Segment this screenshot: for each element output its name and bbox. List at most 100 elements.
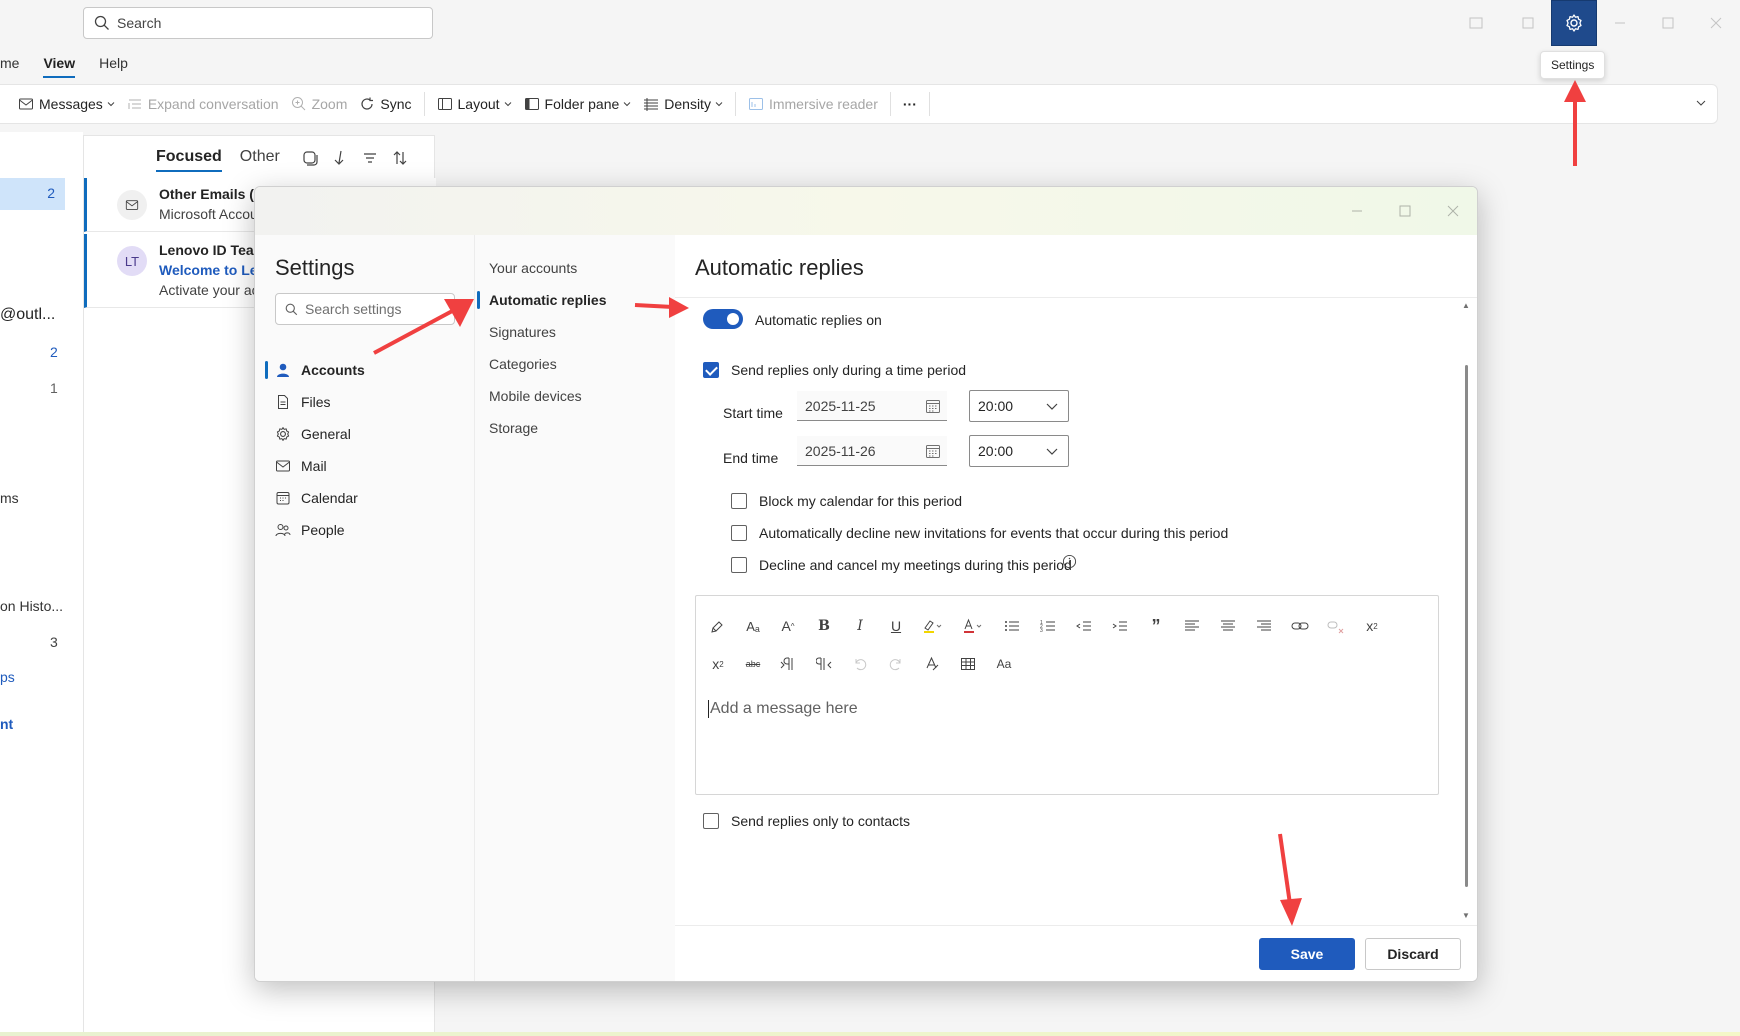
rtl-icon[interactable] bbox=[810, 650, 838, 678]
nav-people[interactable]: People bbox=[275, 516, 345, 544]
end-time-value: 20:00 bbox=[978, 443, 1014, 459]
tab-home[interactable]: me bbox=[0, 48, 31, 78]
font-size-icon[interactable]: A ^ bbox=[774, 612, 802, 640]
folder-pane-button[interactable]: Folder pane bbox=[518, 89, 638, 119]
end-time-select[interactable]: 20:00 bbox=[969, 435, 1069, 467]
info-icon[interactable] bbox=[1062, 554, 1077, 569]
save-button[interactable]: Save bbox=[1259, 938, 1355, 970]
nav-accounts[interactable]: Accounts bbox=[275, 356, 365, 384]
align-right-icon[interactable] bbox=[1250, 612, 1278, 640]
immersive-reader-button[interactable]: Immersive reader bbox=[742, 89, 884, 119]
account-name[interactable]: @outl... bbox=[0, 306, 68, 324]
density-button[interactable]: Density bbox=[637, 89, 729, 119]
undo-icon[interactable] bbox=[846, 650, 874, 678]
clear-formatting-icon[interactable] bbox=[918, 650, 946, 678]
folder-item[interactable]: ms bbox=[0, 490, 68, 506]
time-period-checkbox[interactable] bbox=[703, 362, 719, 378]
layout-button[interactable]: Layout bbox=[431, 89, 518, 119]
subnav-categories[interactable]: Categories bbox=[489, 356, 557, 372]
decline-cancel-checkbox[interactable] bbox=[731, 557, 747, 573]
message-editor: Aₐ A ^ B I U 123 ” x2 x2 abc Aa Add a me… bbox=[695, 595, 1439, 795]
unlink-icon[interactable] bbox=[1322, 612, 1350, 640]
scroll-up-icon[interactable]: ▲ bbox=[1462, 301, 1470, 310]
subnav-storage[interactable]: Storage bbox=[489, 420, 538, 436]
bullets-icon[interactable] bbox=[998, 612, 1026, 640]
select-icon[interactable] bbox=[302, 150, 318, 166]
superscript-icon[interactable]: x2 bbox=[1358, 612, 1386, 640]
subnav-your-accounts[interactable]: Your accounts bbox=[489, 260, 577, 276]
search-box[interactable]: Search bbox=[83, 7, 433, 39]
numbering-icon[interactable]: 123 bbox=[1034, 612, 1062, 640]
quote-icon[interactable]: ” bbox=[1142, 612, 1170, 640]
window-icon[interactable] bbox=[1520, 15, 1536, 31]
format-painter-icon[interactable] bbox=[704, 612, 732, 640]
start-time-select[interactable]: 20:00 bbox=[969, 390, 1069, 422]
tab-focused[interactable]: Focused bbox=[156, 148, 222, 172]
end-date-picker[interactable]: 2025-11-26 bbox=[797, 436, 947, 466]
tab-help[interactable]: Help bbox=[87, 48, 140, 78]
increase-indent-icon[interactable] bbox=[1106, 612, 1134, 640]
maximize-icon[interactable] bbox=[1397, 203, 1413, 219]
underline-icon[interactable]: U bbox=[882, 612, 910, 640]
auto-decline-checkbox[interactable] bbox=[731, 525, 747, 541]
nav-calendar[interactable]: Calendar bbox=[275, 484, 358, 512]
align-center-icon[interactable] bbox=[1214, 612, 1242, 640]
table-icon[interactable] bbox=[954, 650, 982, 678]
nav-mail[interactable]: Mail bbox=[275, 452, 327, 480]
discard-button[interactable]: Discard bbox=[1365, 938, 1461, 970]
more-options-button[interactable]: ··· bbox=[897, 89, 923, 119]
jump-icon[interactable] bbox=[332, 150, 348, 166]
subnav-mobile-devices[interactable]: Mobile devices bbox=[489, 388, 582, 404]
decrease-indent-icon[interactable] bbox=[1070, 612, 1098, 640]
block-calendar-checkbox[interactable] bbox=[731, 493, 747, 509]
sync-button[interactable]: Sync bbox=[353, 89, 417, 119]
scrollbar-thumb[interactable] bbox=[1465, 365, 1468, 887]
subnav-signatures[interactable]: Signatures bbox=[489, 324, 556, 340]
font-icon[interactable]: Aₐ bbox=[739, 612, 767, 640]
minimize-icon[interactable] bbox=[1612, 15, 1628, 31]
window-icon[interactable] bbox=[1468, 15, 1484, 31]
nav-general[interactable]: General bbox=[275, 420, 351, 448]
messages-button[interactable]: Messages bbox=[12, 89, 121, 119]
italic-icon[interactable]: I bbox=[846, 612, 874, 640]
align-left-icon[interactable] bbox=[1178, 612, 1206, 640]
link-icon[interactable] bbox=[1286, 612, 1314, 640]
redo-icon[interactable] bbox=[882, 650, 910, 678]
folder-link[interactable]: ps bbox=[0, 669, 68, 685]
calendar-icon[interactable] bbox=[925, 398, 941, 414]
subnav-automatic-replies[interactable]: Automatic replies bbox=[489, 292, 606, 308]
filter-icon[interactable] bbox=[362, 150, 378, 166]
folder-link[interactable]: nt bbox=[0, 716, 68, 732]
styles-icon[interactable]: Aa bbox=[990, 650, 1018, 678]
tab-other[interactable]: Other bbox=[240, 148, 280, 172]
subscript-icon[interactable]: x2 bbox=[704, 650, 732, 678]
folder-item-selected[interactable]: 2 bbox=[0, 178, 65, 210]
chevron-down-icon bbox=[1046, 403, 1058, 410]
ltr-icon[interactable] bbox=[774, 650, 802, 678]
zoom-button[interactable]: Zoom bbox=[285, 89, 354, 119]
start-date-picker[interactable]: 2025-11-25 bbox=[797, 391, 947, 421]
settings-dialog: Settings Search settings Accounts Files … bbox=[254, 186, 1478, 982]
expand-conversation-button[interactable]: Expand conversation bbox=[121, 89, 285, 119]
strikethrough-icon[interactable]: abc bbox=[739, 650, 767, 678]
close-icon[interactable] bbox=[1445, 203, 1461, 219]
close-icon[interactable] bbox=[1708, 15, 1724, 31]
editor-placeholder[interactable]: Add a message here bbox=[708, 700, 858, 718]
chevron-down-icon[interactable] bbox=[1695, 97, 1707, 109]
sort-icon[interactable] bbox=[392, 150, 408, 166]
automatic-replies-toggle[interactable] bbox=[703, 309, 743, 329]
font-color-icon[interactable] bbox=[958, 612, 986, 640]
highlight-icon[interactable] bbox=[918, 612, 946, 640]
minimize-icon[interactable] bbox=[1349, 203, 1365, 219]
settings-button[interactable] bbox=[1551, 0, 1597, 46]
settings-search-input[interactable]: Search settings bbox=[275, 293, 455, 325]
maximize-icon[interactable] bbox=[1660, 15, 1676, 31]
tab-view[interactable]: View bbox=[31, 48, 87, 78]
nav-files[interactable]: Files bbox=[275, 388, 331, 416]
calendar-icon[interactable] bbox=[925, 443, 941, 459]
scroll-down-icon[interactable]: ▼ bbox=[1462, 911, 1470, 920]
bold-icon[interactable]: B bbox=[810, 612, 838, 640]
contacts-only-checkbox[interactable] bbox=[703, 813, 719, 829]
auto-decline-label: Automatically decline new invitations fo… bbox=[759, 525, 1229, 541]
folder-item[interactable]: on Histo... bbox=[0, 598, 80, 614]
